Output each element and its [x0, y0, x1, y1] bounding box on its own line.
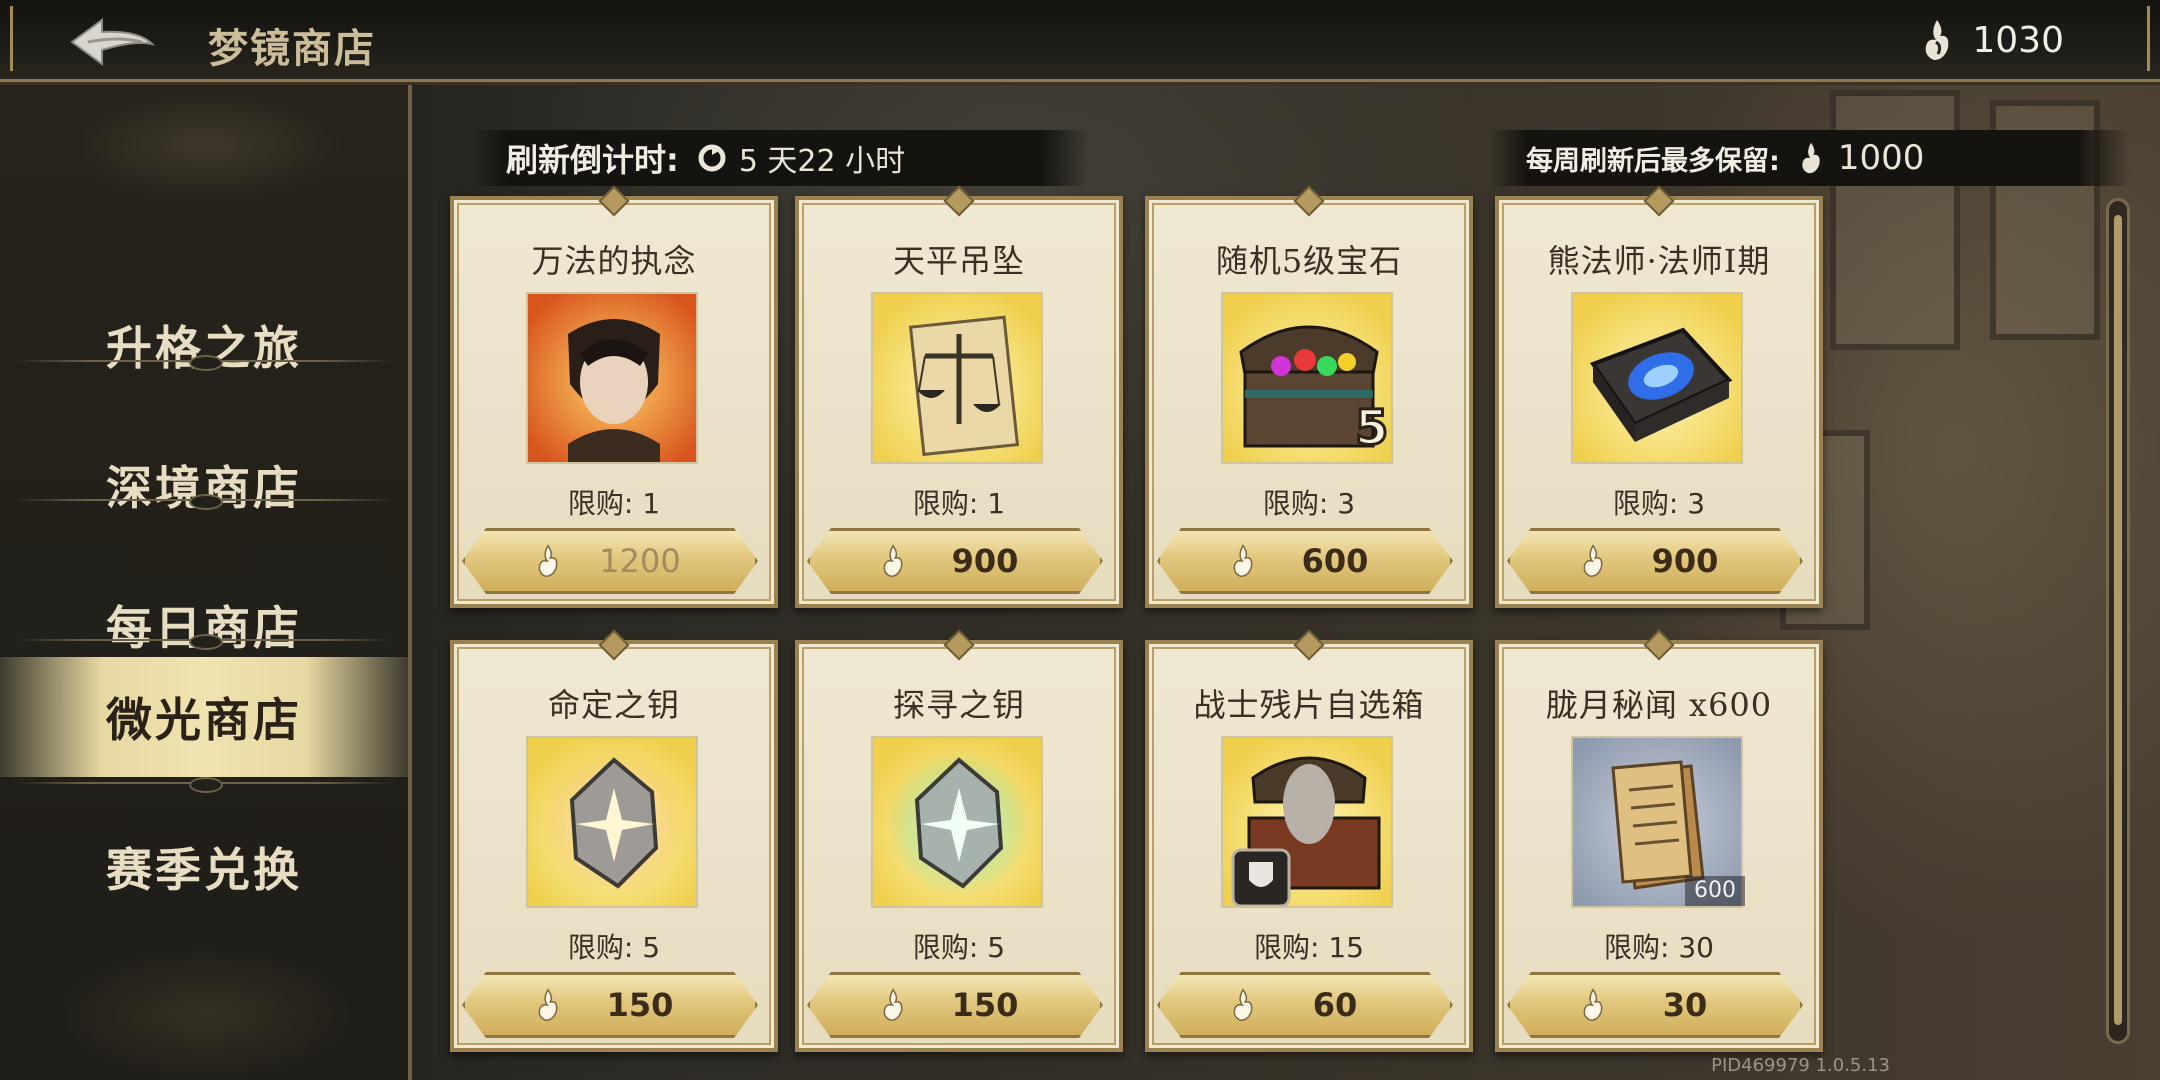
scales-pendant-icon: [871, 292, 1043, 464]
golden-key-crystal-icon: [526, 736, 698, 908]
flame-currency-icon: [535, 988, 561, 1022]
purchase-limit: 限购: 5: [912, 931, 1006, 964]
buy-button[interactable]: 60: [1157, 972, 1453, 1038]
flame-currency-icon: [880, 988, 906, 1022]
sidebar-item-glimmer-shop[interactable]: 微光商店: [0, 657, 408, 777]
item-name: 熊法师·法师I期: [1547, 242, 1771, 280]
purchase-limit: 限购: 1: [912, 487, 1006, 520]
flame-currency-icon: [1926, 20, 1949, 60]
refresh-countdown-strip: 刷新倒计时: 5 天22 小时: [470, 130, 1090, 186]
sidebar: 升格之旅 深境商店 每日商店 微光商店 赛季兑换: [0, 85, 412, 1080]
flame-currency-icon: [1230, 988, 1256, 1022]
shop-item-card[interactable]: 熊法师·法师I期 限购: 3 900: [1495, 196, 1823, 608]
flame-currency-icon: [880, 544, 906, 578]
back-button[interactable]: [68, 14, 158, 68]
level-badge: 5: [1353, 399, 1389, 458]
item-price: 150: [606, 986, 674, 1024]
currency-display: 1030: [1920, 18, 2064, 62]
flame-currency-icon: [1580, 988, 1606, 1022]
divider: [14, 494, 394, 510]
refresh-icon: [698, 144, 726, 172]
build-info: PID469979 1.0.5.13: [1711, 1055, 1890, 1076]
tome-icon: [1571, 292, 1743, 464]
buy-button[interactable]: 1200: [462, 528, 758, 594]
shop-item-card[interactable]: 随机5级宝石 限购: 3 600 5: [1145, 196, 1473, 608]
sidebar-item-season-exchange[interactable]: 赛季兑换: [0, 807, 408, 927]
buy-button[interactable]: 900: [1507, 528, 1803, 594]
flame-currency-icon: [1802, 142, 1820, 174]
purchase-limit: 限购: 3: [1262, 487, 1356, 520]
item-price: 900: [1651, 542, 1719, 580]
item-price: 150: [951, 986, 1019, 1024]
scrollbar-thumb[interactable]: [2114, 215, 2122, 1025]
shop-item-card[interactable]: 命定之钥 限购: 5 150: [450, 640, 778, 1052]
divider: [14, 777, 394, 793]
item-name: 命定之钥: [547, 686, 680, 724]
divider: [14, 355, 394, 371]
purchase-limit: 限购: 5: [567, 931, 661, 964]
sidebar-item-ascension-journey[interactable]: 升格之旅: [0, 285, 408, 405]
item-price: 60: [1312, 986, 1358, 1024]
refresh-label: 刷新倒计时:: [506, 141, 679, 179]
purchase-limit: 限购: 30: [1604, 931, 1714, 964]
shop-item-card[interactable]: 万法的执念 限购: 1 1200: [450, 196, 778, 608]
buy-button[interactable]: 30: [1507, 972, 1803, 1038]
buy-button[interactable]: 150: [462, 972, 758, 1038]
weekly-cap-label: 每周刷新后最多保留:: [1526, 145, 1780, 177]
item-name: 随机5级宝石: [1215, 242, 1403, 280]
buy-button[interactable]: 150: [807, 972, 1103, 1038]
top-bar: 梦镜商店 1030: [0, 0, 2160, 82]
background-window: [1830, 90, 1960, 350]
shop-item-card[interactable]: 胧月秘闻 x600 限购: 30 30 600: [1495, 640, 1823, 1052]
item-name: 胧月秘闻 x600: [1545, 686, 1773, 724]
flame-currency-icon: [1230, 544, 1256, 578]
item-price: 1200: [599, 542, 681, 580]
quantity-badge: 600: [1685, 876, 1745, 906]
green-key-crystal-icon: [871, 736, 1043, 908]
back-arrow-icon: [70, 18, 156, 66]
shop-item-card[interactable]: 战士残片自选箱 限购: 15 60: [1145, 640, 1473, 1052]
refresh-value: 5 天22 小时: [738, 144, 906, 179]
weekly-cap-value: 1000: [1837, 138, 1925, 178]
shop-item-card[interactable]: 探寻之钥 限购: 5 150: [795, 640, 1123, 1052]
currency-value: 1030: [1972, 19, 2064, 61]
page-title: 梦镜商店: [208, 25, 376, 72]
flame-currency-icon: [535, 544, 561, 578]
item-name: 战士残片自选箱: [1193, 686, 1425, 724]
divider: [14, 634, 394, 650]
buy-button[interactable]: 600: [1157, 528, 1453, 594]
item-name: 万法的执念: [531, 242, 697, 280]
sidebar-item-label: 赛季兑换: [106, 843, 302, 897]
hero-portrait-icon: [526, 292, 698, 464]
flame-currency-icon: [1580, 544, 1606, 578]
sidebar-item-deep-realm-shop[interactable]: 深境商店: [0, 425, 408, 545]
item-price: 600: [1301, 542, 1369, 580]
purchase-limit: 限购: 1: [567, 487, 661, 520]
weekly-cap-strip: 每周刷新后最多保留: 1000: [1490, 130, 2130, 186]
item-name: 探寻之钥: [892, 686, 1025, 724]
sidebar-item-label: 微光商店: [106, 693, 302, 747]
item-name: 天平吊坠: [892, 242, 1025, 280]
purchase-limit: 限购: 3: [1612, 487, 1706, 520]
purchase-limit: 限购: 15: [1254, 931, 1364, 964]
shop-item-card[interactable]: 天平吊坠 限购: 1 900: [795, 196, 1123, 608]
item-price: 30: [1662, 986, 1708, 1024]
scrollbar[interactable]: [2106, 198, 2130, 1044]
item-price: 900: [951, 542, 1019, 580]
buy-button[interactable]: 900: [807, 528, 1103, 594]
warrior-chest-icon: [1221, 736, 1393, 908]
